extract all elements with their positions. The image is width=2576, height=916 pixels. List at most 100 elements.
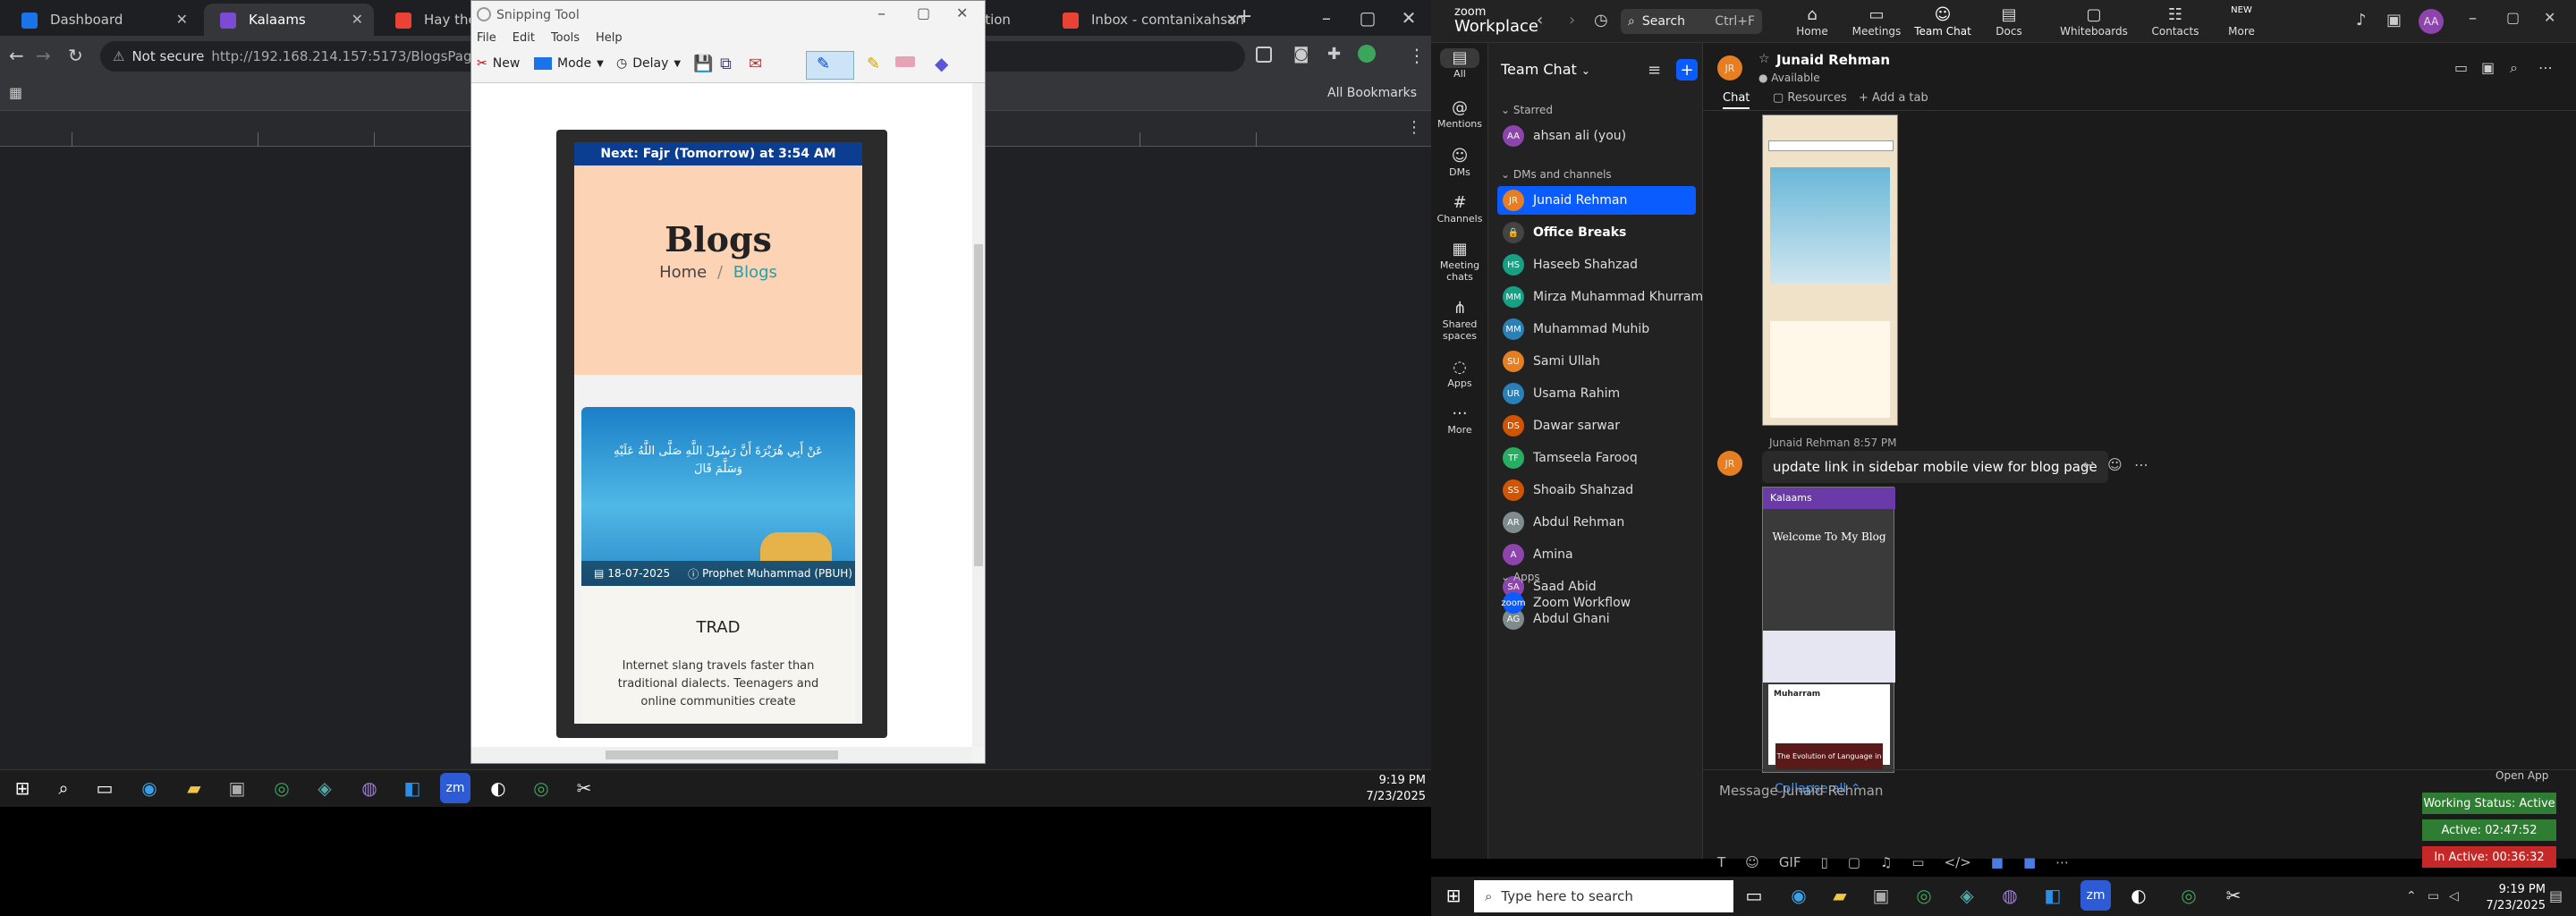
app-icon[interactable]: ◈ <box>1952 880 1982 911</box>
maximize-icon[interactable]: ▢ <box>917 4 930 21</box>
paint3d-icon[interactable]: ◆ <box>935 53 948 74</box>
message-input[interactable]: Message Junaid Rehman <box>1719 783 1883 799</box>
avatar[interactable]: AA <box>2419 9 2444 34</box>
list-item[interactable]: UR Usama Rahim <box>1497 379 1696 408</box>
url-text[interactable]: http://192.168.214.157:5173/BlogsPage <box>211 48 479 64</box>
nav-team-chat[interactable]: ☺ Team Chat <box>1911 5 1975 38</box>
mic-icon[interactable]: ♫ <box>1880 854 1892 870</box>
copy-icon[interactable]: ⧉ <box>720 55 732 73</box>
file-icon[interactable]: ▯ <box>1821 854 1828 870</box>
highlighter-icon[interactable]: ✎ <box>867 55 880 73</box>
menu-file[interactable]: File <box>477 31 496 47</box>
cast-icon[interactable]: ◙ <box>1293 45 1309 64</box>
snipping-tool-icon[interactable]: ✂ <box>569 773 599 803</box>
tab-kalaams[interactable]: Kalaams ✕ <box>204 4 374 36</box>
more-icon[interactable]: ⋯ <box>2538 59 2553 76</box>
chrome-icon[interactable]: ◎ <box>267 773 297 803</box>
filter-icon[interactable]: ≡ <box>1648 61 1661 80</box>
video-icon[interactable]: ▭ <box>2454 59 2468 76</box>
apps-grid-icon[interactable]: ▦ <box>9 84 22 101</box>
tab-resources[interactable]: ▢ Resources <box>1773 91 1847 105</box>
chrome-icon[interactable]: ◎ <box>2174 880 2204 911</box>
list-item[interactable]: TF Tamseela Farooq <box>1497 444 1696 472</box>
image-attachment[interactable]: Kalaams Welcome To My Blog Muharram The … <box>1762 487 1895 773</box>
rail-all[interactable]: ▤ All <box>1431 48 1488 80</box>
windows-start-icon[interactable]: ⊞ <box>7 773 38 803</box>
reply-icon[interactable]: ↩ <box>2082 456 2094 473</box>
starred-header[interactable]: ⌄ Starred <box>1501 104 1553 116</box>
store-icon[interactable]: ▣ <box>1866 880 1896 911</box>
video-icon[interactable]: ▭ <box>1911 854 1924 870</box>
more-icon[interactable]: ⋯ <box>2134 456 2148 473</box>
history-icon[interactable]: ◷ <box>1594 11 1608 30</box>
edge-icon[interactable]: ◉ <box>134 773 165 803</box>
new-tab-button[interactable]: + <box>1236 5 1252 28</box>
volume-icon[interactable]: ◁ <box>2449 889 2459 903</box>
chat-contact-name[interactable]: Junaid Rehman <box>1776 52 1890 68</box>
new-snip-button[interactable]: ✂ New <box>477 56 520 71</box>
menu-help[interactable]: Help <box>596 31 623 47</box>
apps-header[interactable]: ⌄ Apps <box>1501 571 1540 583</box>
edge-icon[interactable]: ◉ <box>1784 880 1814 911</box>
file-explorer-icon[interactable]: ▰ <box>1825 880 1855 911</box>
github-icon[interactable]: ◍ <box>1995 880 2025 911</box>
nav-home[interactable]: ⌂ Home <box>1780 5 1844 38</box>
message-bubble[interactable]: update link in sidebar mobile view for b… <box>1762 451 2108 483</box>
task-view-icon[interactable]: ▭ <box>1739 880 1769 911</box>
close-window-icon[interactable]: ✕ <box>2544 9 2555 26</box>
chrome-icon[interactable]: ◎ <box>526 773 556 803</box>
taskbar-search[interactable]: ⌕ Type here to search <box>1474 880 1733 912</box>
blog-card[interactable]: عَنْ أَبِي هُرَيْرَةَ أَنَّ رَسُولَ اللَ… <box>581 407 855 724</box>
list-item[interactable]: SU Sami Ullah <box>1497 347 1696 376</box>
list-item[interactable]: DS Dawar sarwar <box>1497 411 1696 440</box>
info-icon[interactable]: ⚠ <box>113 48 124 64</box>
nav-docs[interactable]: ▤ Docs <box>1977 5 2041 38</box>
list-title[interactable]: Team Chat ⌄ <box>1501 61 1590 78</box>
zoom-icon[interactable]: zm <box>440 773 470 803</box>
bell-icon[interactable]: ♪ <box>2356 11 2367 30</box>
list-item[interactable]: MM Mirza Muhammad Khurram <box>1497 283 1703 311</box>
store-icon[interactable]: ▣ <box>222 773 252 803</box>
vscode-icon[interactable]: ◧ <box>397 773 428 803</box>
minimize-icon[interactable]: – <box>2469 9 2477 28</box>
rail-channels[interactable]: # Channels <box>1431 193 1488 225</box>
horizontal-scrollbar[interactable] <box>471 747 972 763</box>
rail-more[interactable]: ··· More <box>1431 404 1488 436</box>
nav-contacts[interactable]: ☷ Contacts <box>2143 5 2207 38</box>
delay-button[interactable]: ◷ Delay ▼ <box>616 56 681 71</box>
forward-icon[interactable]: → <box>36 45 51 66</box>
close-icon[interactable]: ✕ <box>352 11 363 28</box>
zoom-search[interactable]: ⌕ Search Ctrl+F <box>1621 9 1762 34</box>
tab-inbox[interactable]: Inbox - comtanixahsan ✕ <box>1046 4 1249 36</box>
tab-add[interactable]: + Add a tab <box>1859 91 1928 105</box>
back-icon[interactable]: ← <box>9 45 24 66</box>
screenshot-icon[interactable]: ▢ <box>1848 854 1860 870</box>
back-icon[interactable]: ‹ <box>1537 11 1543 30</box>
rail-shared-spaces[interactable]: ⋔ Shared spaces <box>1431 299 1488 342</box>
forward-icon[interactable]: › <box>1569 11 1575 30</box>
scroll-thumb[interactable] <box>606 751 838 759</box>
battery-icon[interactable]: ▭ <box>2428 889 2439 903</box>
file-explorer-icon[interactable]: ▰ <box>179 773 209 803</box>
extension-icon[interactable] <box>1256 47 1272 63</box>
breadcrumb-home[interactable]: Home <box>659 263 707 282</box>
nav-meetings[interactable]: ▭ Meetings <box>1844 5 1909 38</box>
open-app-button[interactable]: Open App <box>2496 769 2548 782</box>
app-icon[interactable]: ◐ <box>2123 880 2154 911</box>
snipping-tool-icon[interactable]: ✂ <box>2218 880 2249 911</box>
list-item[interactable]: A Amina <box>1497 540 1696 569</box>
dms-header[interactable]: ⌄ DMs and channels <box>1501 168 1612 181</box>
all-bookmarks-link[interactable]: All Bookmarks <box>1327 86 1417 100</box>
save-icon[interactable]: 💾 <box>693 55 713 73</box>
menu-edit[interactable]: Edit <box>513 31 535 47</box>
tab-chat[interactable]: Chat <box>1723 91 1750 109</box>
nav-whiteboards[interactable]: ▢ Whiteboards <box>2054 5 2134 38</box>
list-item[interactable]: MM Muhammad Muhib <box>1497 315 1696 344</box>
list-item[interactable]: AA ahsan ali (you) <box>1497 122 1696 150</box>
list-item[interactable]: SS Shoaib Shahzad <box>1497 476 1696 505</box>
tab-hay-there[interactable]: Hay there ! <box>379 4 470 36</box>
minimize-icon[interactable]: – <box>877 4 886 23</box>
app-icon[interactable]: ■ <box>1991 854 2004 870</box>
gif-icon[interactable]: GIF <box>1779 854 1801 870</box>
app-icon[interactable]: ■ <box>2023 854 2036 870</box>
